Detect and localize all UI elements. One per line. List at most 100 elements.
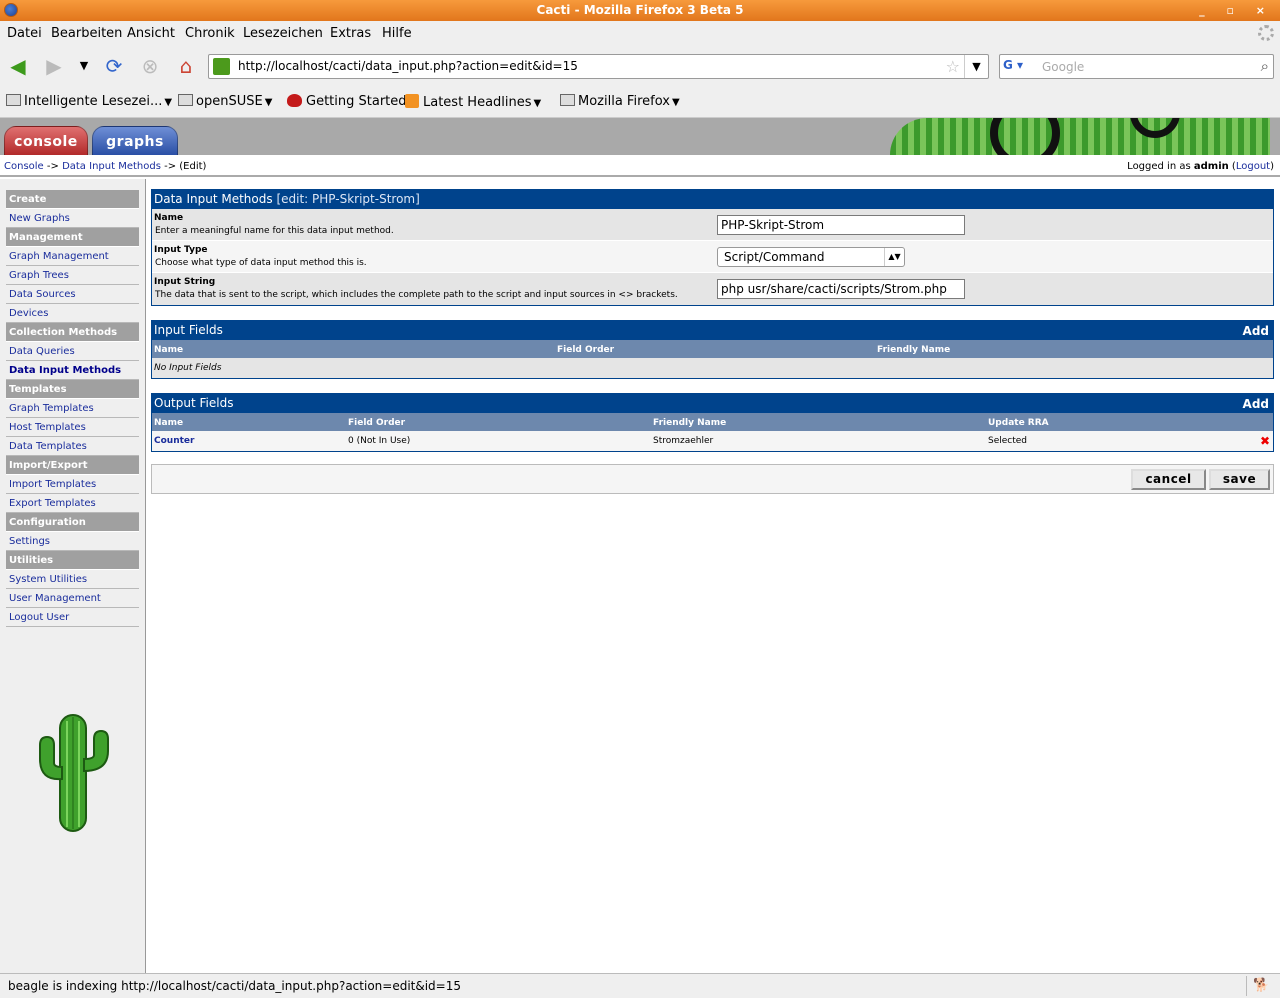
breadcrumb-data-input-methods[interactable]: Data Input Methods [62,161,161,172]
reload-icon[interactable]: ⟳ [102,54,126,78]
input-fields-add-link[interactable]: Add [1243,324,1269,338]
menu-ansicht[interactable]: Ansicht [127,26,175,41]
delete-icon[interactable]: ✖ [1260,434,1270,448]
field-desc-name: Enter a meaningful name for this data in… [155,226,394,236]
output-fields-header: Output Fields Add [152,394,1273,413]
column-friendly-name[interactable]: Friendly Name [653,418,726,428]
folder-icon [178,94,193,106]
bookmark-smart-folder[interactable]: Intelligente Lesezei... ▼ [6,94,172,109]
sidebar-item-export-templates[interactable]: Export Templates [6,494,139,513]
url-bar[interactable]: http://localhost/cacti/data_input.php?ac… [208,54,989,79]
menu-chronik[interactable]: Chronik [185,26,235,41]
sidebar-item-user-management[interactable]: User Management [6,589,139,608]
output-fields-title: Output Fields [154,396,234,410]
sidebar-item-graph-templates[interactable]: Graph Templates [6,399,139,418]
sidebar-item-import-templates[interactable]: Import Templates [6,475,139,494]
window-controls[interactable]: _ ▫ × [1199,0,1274,21]
menu-header-management: Management [6,228,139,247]
rss-icon [405,94,419,108]
cactus-logo-icon [39,714,109,832]
menu-header-collection-methods: Collection Methods [6,323,139,342]
bookmark-latest-headlines[interactable]: Latest Headlines ▼ [405,94,541,110]
sidebar-item-host-templates[interactable]: Host Templates [6,418,139,437]
output-field-name-link[interactable]: Counter [154,436,194,446]
sidebar-item-data-templates[interactable]: Data Templates [6,437,139,456]
column-name[interactable]: Name [154,418,183,428]
site-identity-icon[interactable] [213,58,230,75]
input-string-input[interactable]: php usr/share/cacti/scripts/Strom.php [717,279,965,299]
forward-icon[interactable]: ▶ [42,54,66,78]
logout-link[interactable]: Logout [1236,161,1270,172]
url-dropdown-icon[interactable]: ▼ [964,55,988,78]
menu-lesezeichen[interactable]: Lesezeichen [243,26,323,41]
sidebar-item-settings[interactable]: Settings [6,532,139,551]
sidebar-item-devices[interactable]: Devices [6,304,139,323]
back-icon[interactable]: ◀ [6,54,30,78]
search-input[interactable]: Google [1042,60,1084,74]
tab-graphs[interactable]: graphs [92,126,178,155]
sidebar-item-system-utilities[interactable]: System Utilities [6,570,139,589]
menu-bearbeiten[interactable]: Bearbeiten [51,26,122,41]
search-bar[interactable]: G ▾ Google ⌕ [999,54,1274,79]
output-fields-column-header: Name Field Order Friendly Name Update RR… [152,413,1273,431]
output-field-friendly-name: Stromzaehler [653,436,714,446]
sidebar-item-data-queries[interactable]: Data Queries [6,342,139,361]
column-update-rra[interactable]: Update RRA [988,418,1049,428]
column-field-order[interactable]: Field Order [557,345,614,355]
sidebar-item-graph-management[interactable]: Graph Management [6,247,139,266]
output-fields-add-link[interactable]: Add [1243,397,1269,411]
column-name[interactable]: Name [154,345,183,355]
input-fields-column-header: Name Field Order Friendly Name [152,340,1273,358]
firefox-icon [4,3,18,17]
column-friendly-name[interactable]: Friendly Name [877,345,950,355]
field-label-input-string: Input String [154,277,216,287]
sidebar-item-logout-user[interactable]: Logout User [6,608,139,627]
sidebar-item-data-sources[interactable]: Data Sources [6,285,139,304]
search-icon[interactable]: ⌕ [1261,57,1269,75]
history-dropdown-icon[interactable]: ▼ [72,54,96,78]
field-label-name: Name [154,213,184,223]
field-desc-input-type: Choose what type of data input method th… [155,258,367,268]
data-input-method-form: Data Input Methods [edit: PHP-Skript-Str… [151,189,1274,306]
bookmark-star-icon[interactable]: ☆ [946,57,960,76]
menubar: Datei Bearbeiten Ansicht Chronik Lesezei… [0,21,1280,46]
table-row: Counter 0 (Not In Use) Stromzaehler Sele… [152,431,1273,451]
breadcrumb-console[interactable]: Console [4,161,44,172]
menu-extras[interactable]: Extras [330,26,371,41]
bookmark-opensuse[interactable]: openSUSE ▼ [178,94,272,109]
menu-header-import-export: Import/Export [6,456,139,475]
cancel-button[interactable]: cancel [1131,469,1206,490]
menu-datei[interactable]: Datei [7,26,42,41]
output-fields-panel: Output Fields Add Name Field Order Frien… [151,393,1274,452]
beagle-icon[interactable]: 🐕 [1246,976,1276,996]
field-desc-input-string: The data that is sent to the script, whi… [155,290,678,300]
search-engine-icon[interactable]: G ▾ [1003,58,1037,75]
menu-hilfe[interactable]: Hilfe [382,26,412,41]
menu-header-configuration: Configuration [6,513,139,532]
column-field-order[interactable]: Field Order [348,418,405,428]
home-icon[interactable]: ⌂ [174,54,198,78]
username: admin [1193,161,1229,172]
breadcrumb-separator: -> [43,161,63,172]
chevron-updown-icon: ▲▼ [884,248,904,266]
sidebar-item-data-input-methods[interactable]: Data Input Methods [6,361,139,380]
tab-console[interactable]: console [4,126,88,155]
breadcrumb-separator: -> [160,161,180,172]
bookmark-getting-started[interactable]: Getting Started [287,94,407,109]
name-input[interactable]: PHP-Skript-Strom [717,215,965,235]
bookmark-mozilla-firefox[interactable]: Mozilla Firefox ▼ [560,94,680,109]
input-fields-header: Input Fields Add [152,321,1273,340]
form-actions: cancel save [151,464,1274,494]
form-subtitle: [edit: PHP-Skript-Strom] [276,192,420,206]
form-header: Data Input Methods [edit: PHP-Skript-Str… [152,190,1273,209]
save-button[interactable]: save [1209,469,1270,490]
sidebar-item-new-graphs[interactable]: New Graphs [6,209,139,228]
field-row-input-type: Input Type Choose what type of data inpu… [152,241,1273,273]
stop-icon[interactable]: ⊗ [138,54,162,78]
field-label-input-type: Input Type [154,245,208,255]
status-bar: beagle is indexing http://localhost/cact… [0,973,1280,998]
input-type-select[interactable]: Script/Command ▲▼ [717,247,905,267]
url-text[interactable]: http://localhost/cacti/data_input.php?ac… [238,59,578,73]
menu-header-templates: Templates [6,380,139,399]
sidebar-item-graph-trees[interactable]: Graph Trees [6,266,139,285]
